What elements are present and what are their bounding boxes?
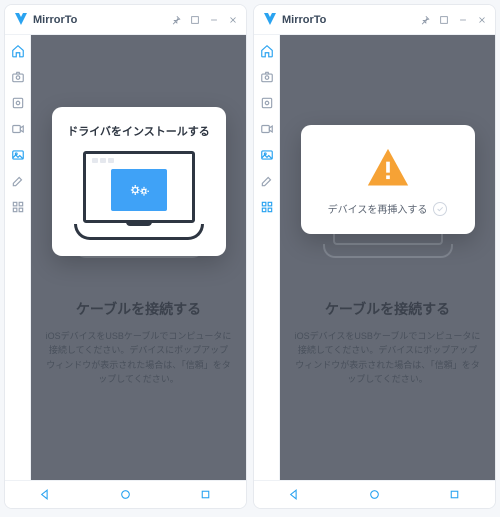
sidebar-gallery-icon[interactable] — [10, 147, 26, 163]
sidebar-record-icon[interactable] — [10, 121, 26, 137]
app-window-left: MirrorTo — [4, 4, 247, 509]
sidebar — [5, 35, 31, 480]
modal-overlay: ドライバをインストールする — [31, 35, 246, 480]
sidebar-home-icon[interactable] — [10, 43, 26, 59]
app-logo: MirrorTo — [13, 13, 77, 27]
sidebar-apps-icon[interactable] — [259, 199, 275, 215]
card-title: デバイスを再挿入する — [328, 201, 428, 216]
sidebar-camera-icon[interactable] — [10, 69, 26, 85]
pin-icon[interactable] — [420, 15, 430, 25]
nav-recent-icon[interactable] — [448, 488, 462, 502]
modal-overlay: デバイスを再挿入する — [280, 35, 495, 480]
close-icon[interactable] — [228, 15, 238, 25]
nav-recent-icon[interactable] — [199, 488, 213, 502]
app-name: MirrorTo — [282, 14, 326, 26]
logo-icon — [13, 13, 29, 27]
nav-home-icon[interactable] — [118, 488, 132, 502]
app-logo: MirrorTo — [262, 13, 326, 27]
close-icon[interactable] — [477, 15, 487, 25]
logo-icon — [262, 13, 278, 27]
laptop-illustration — [74, 151, 204, 240]
sidebar-edit-icon[interactable] — [259, 173, 275, 189]
titlebar: MirrorTo — [5, 5, 246, 35]
reinsert-device-card: デバイスを再挿入する — [301, 125, 475, 234]
bottom-nav — [5, 480, 246, 508]
sidebar-camera-icon[interactable] — [259, 69, 275, 85]
card-title: ドライバをインストールする — [67, 123, 210, 139]
app-name: MirrorTo — [33, 14, 77, 26]
pin-icon[interactable] — [171, 15, 181, 25]
content-stage: ケーブルを接続する iOSデバイスをUSBケーブルでコンピュータに接続してくださ… — [31, 35, 246, 480]
sidebar-screenshot-icon[interactable] — [259, 95, 275, 111]
alert-triangle-icon — [366, 147, 410, 185]
sidebar-edit-icon[interactable] — [10, 173, 26, 189]
sidebar-screenshot-icon[interactable] — [10, 95, 26, 111]
sidebar-home-icon[interactable] — [259, 43, 275, 59]
app-window-right: MirrorTo ! — [253, 4, 496, 509]
nav-back-icon[interactable] — [287, 488, 301, 502]
sidebar-gallery-icon[interactable] — [259, 147, 275, 163]
titlebar: MirrorTo — [254, 5, 495, 35]
nav-home-icon[interactable] — [367, 488, 381, 502]
minimize-icon[interactable] — [209, 15, 219, 25]
nav-back-icon[interactable] — [38, 488, 52, 502]
bottom-nav — [254, 480, 495, 508]
sidebar — [254, 35, 280, 480]
check-circle-icon[interactable] — [433, 202, 447, 216]
sidebar-apps-icon[interactable] — [10, 199, 26, 215]
install-driver-card: ドライバをインストールする — [52, 107, 226, 256]
expand-icon[interactable] — [190, 15, 200, 25]
expand-icon[interactable] — [439, 15, 449, 25]
sidebar-record-icon[interactable] — [259, 121, 275, 137]
content-stage: ! ケーブルを接続する iOSデバイスをUSBケーブルでコンピュータに接続してく… — [280, 35, 495, 480]
minimize-icon[interactable] — [458, 15, 468, 25]
